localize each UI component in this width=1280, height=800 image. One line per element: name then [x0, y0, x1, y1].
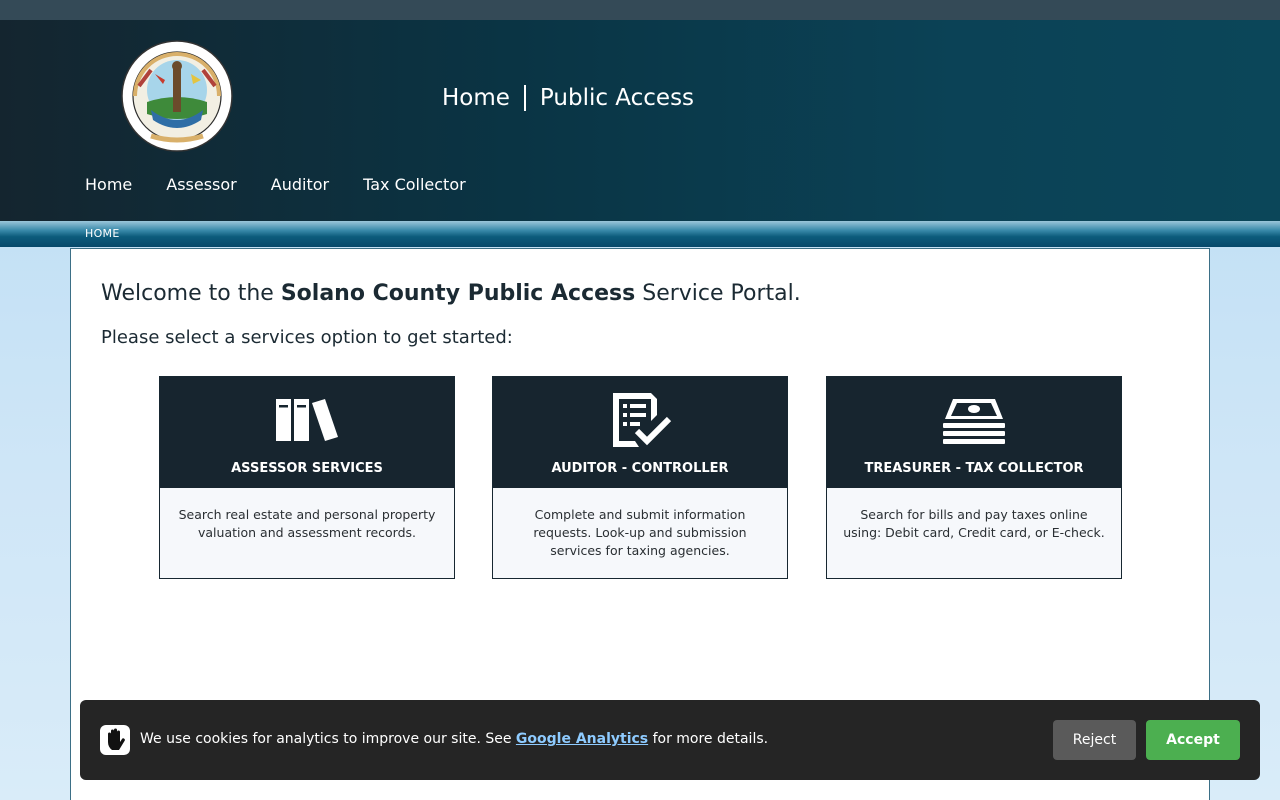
nav-item-tax-collector[interactable]: Tax Collector	[363, 175, 466, 194]
title-home[interactable]: Home	[442, 85, 510, 111]
nav-item-auditor[interactable]: Auditor	[271, 175, 329, 194]
card-description: Complete and submit information requests…	[533, 507, 747, 558]
card-title: ASSESSOR SERVICES	[231, 461, 383, 476]
card-description: Search real estate and personal property…	[178, 507, 436, 540]
nav-item-home[interactable]: Home	[85, 175, 132, 194]
card-description: Search for bills and pay taxes online us…	[843, 507, 1105, 540]
title-section: Public Access	[539, 85, 695, 111]
reject-button[interactable]: Reject	[1053, 720, 1136, 760]
title-separator	[523, 85, 526, 111]
card-assessor-services[interactable]: ASSESSOR SERVICES Search real estate and…	[159, 376, 455, 579]
main-nav: Home Assessor Auditor Tax Collector	[85, 175, 500, 194]
welcome-suffix: Service Portal.	[635, 281, 801, 306]
card-title: AUDITOR - CONTROLLER	[551, 461, 729, 476]
services-prompt: Please select a services option to get s…	[101, 327, 513, 348]
site-title: Home Public Access	[442, 82, 694, 114]
books-icon	[276, 399, 338, 441]
money-stack-icon	[943, 399, 1005, 444]
checklist-icon	[613, 393, 672, 447]
site-header: Home Public Access Home Assessor Auditor…	[0, 20, 1280, 221]
hand-stop-icon	[100, 725, 130, 755]
cookie-message: We use cookies for analytics to improve …	[140, 731, 768, 747]
card-title: TREASURER - TAX COLLECTOR	[864, 461, 1084, 476]
breadcrumb-bar: HOME	[0, 221, 1280, 247]
cookie-text-after: for more details.	[648, 731, 769, 747]
card-header: TREASURER - TAX COLLECTOR	[827, 377, 1121, 488]
google-analytics-link[interactable]: Google Analytics	[516, 731, 648, 747]
breadcrumb[interactable]: HOME	[85, 227, 120, 240]
welcome-bold: Solano County Public Access	[280, 281, 636, 306]
cookie-text-before: We use cookies for analytics to improve …	[140, 731, 516, 747]
accept-button[interactable]: Accept	[1146, 720, 1240, 760]
card-header: ASSESSOR SERVICES	[160, 377, 454, 488]
nav-item-assessor[interactable]: Assessor	[166, 175, 237, 194]
cookie-banner: We use cookies for analytics to improve …	[80, 700, 1260, 780]
card-auditor-controller[interactable]: AUDITOR - CONTROLLER Complete and submit…	[492, 376, 788, 579]
welcome-prefix: Welcome to the	[101, 281, 281, 306]
card-header: AUDITOR - CONTROLLER	[493, 377, 787, 488]
top-strip	[0, 0, 1280, 20]
county-seal-logo[interactable]	[121, 40, 233, 152]
card-treasurer-tax-collector[interactable]: TREASURER - TAX COLLECTOR Search for bil…	[826, 376, 1122, 579]
page-title: Welcome to the Solano County Public Acce…	[101, 281, 801, 306]
